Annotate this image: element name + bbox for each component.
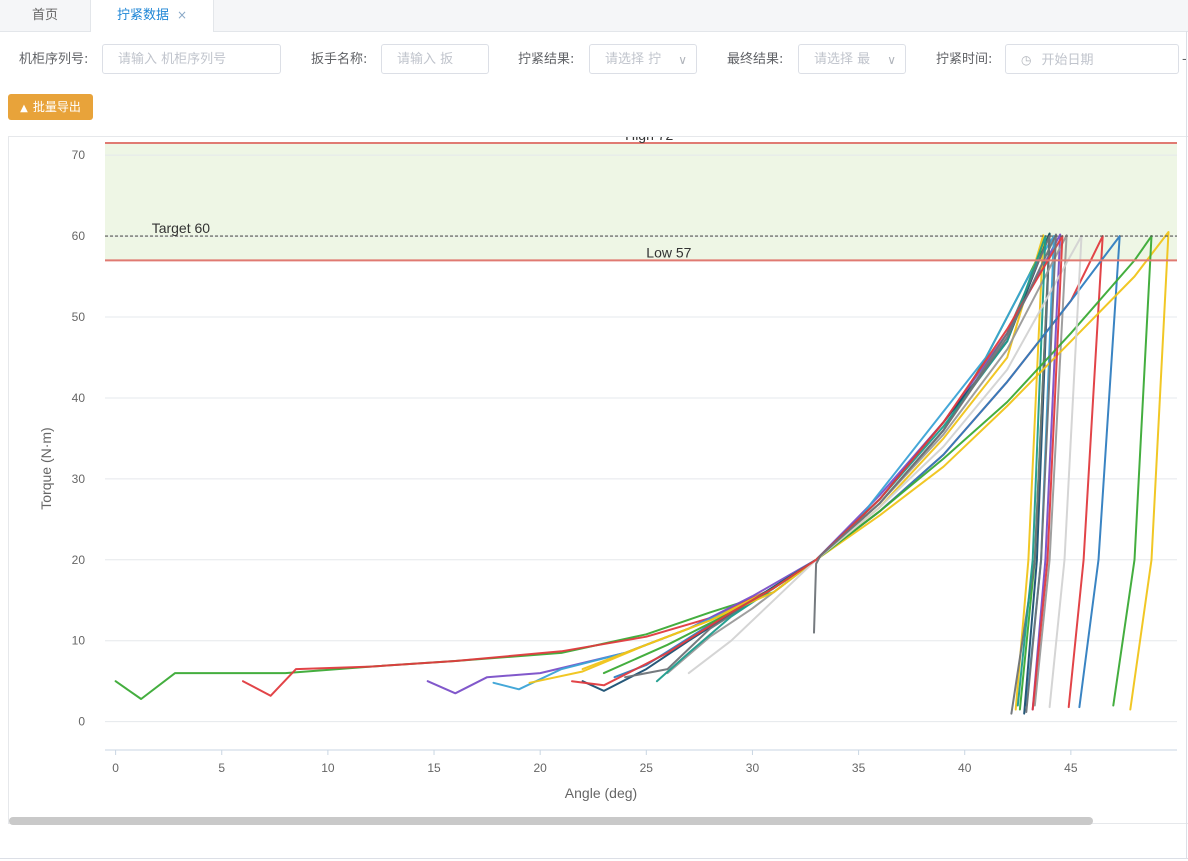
- tightening-result-select[interactable]: 请选择 拧 ∨: [589, 44, 697, 74]
- series-line-14: [571, 235, 1064, 711]
- start-date-placeholder: 开始日期: [1041, 53, 1094, 68]
- y-tick-label: 70: [72, 148, 86, 162]
- tightening-result-label: 拧紧结果:: [518, 52, 575, 67]
- chevron-down-icon: ∨: [678, 53, 687, 67]
- reference-line-label: Low 57: [646, 244, 691, 260]
- y-tick-label: 60: [72, 229, 86, 243]
- x-tick-label: 15: [427, 761, 441, 775]
- x-tick-label: 10: [321, 761, 335, 775]
- series-line-11: [581, 231, 1170, 711]
- series-line-4: [492, 235, 1055, 707]
- right-border: [1186, 31, 1187, 858]
- y-tick-label: 50: [72, 310, 86, 324]
- x-tick-label: 35: [852, 761, 866, 775]
- wrench-name-input[interactable]: 请输入 扳: [381, 44, 489, 74]
- x-tick-label: 5: [218, 761, 225, 775]
- close-icon[interactable]: ×: [177, 8, 187, 22]
- wrench-name-placeholder: 请输入 扳: [397, 52, 454, 67]
- y-tick-label: 20: [72, 553, 86, 567]
- clock-icon: ◷: [1021, 53, 1032, 67]
- tolerance-band: [105, 143, 1177, 261]
- reference-line-label: Target 60: [152, 220, 211, 236]
- filter-bar: 机柜序列号: 请输入 机柜序列号 扳手名称: 请输入 扳 拧紧结果: 请选择 拧…: [0, 44, 1188, 76]
- torque-angle-chart: 0 10 20 30 40 50 60 70 0 5 10 15 20 25 30 35 40 45 Angle (…: [38, 137, 1177, 801]
- chart-panel: 0 10 20 30 40 50 60 70 0 5 10 15 20 25 30 35 40 45 Angle (…: [8, 136, 1188, 824]
- x-tick-label: 40: [958, 761, 972, 775]
- batch-export-label: 批量导出: [32, 100, 81, 114]
- final-result-placeholder: 请选择 最: [814, 52, 871, 67]
- tightening-time-label: 拧紧时间:: [936, 52, 993, 67]
- cabinet-serial-placeholder: 请输入 机柜序列号: [118, 52, 227, 67]
- final-result-label: 最终结果:: [727, 52, 784, 67]
- tab-home[interactable]: 首页: [0, 0, 90, 31]
- series-line-5: [528, 234, 1045, 711]
- x-tick-label: 25: [640, 761, 654, 775]
- y-tick-label: 30: [72, 472, 86, 486]
- x-tick-label: 45: [1064, 761, 1078, 775]
- horizontal-scrollbar[interactable]: [9, 817, 1093, 825]
- tab-tightening-data-label: 拧紧数据: [116, 8, 169, 23]
- series-line-3: [426, 233, 1062, 711]
- y-tick-label: 40: [72, 391, 86, 405]
- final-result-select[interactable]: 请选择 最 ∨: [798, 44, 906, 74]
- chevron-down-icon: ∨: [887, 53, 896, 67]
- bottom-border: [0, 858, 1188, 859]
- y-tick-label: 0: [78, 715, 85, 729]
- user-icon: ▲: [20, 103, 28, 114]
- wrench-name-label: 扳手名称:: [311, 52, 368, 67]
- tab-bar: 首页 拧紧数据 ×: [0, 0, 1188, 32]
- start-date-input[interactable]: ◷ 开始日期: [1005, 44, 1179, 74]
- x-tick-label: 0: [112, 761, 119, 775]
- series-line-7: [624, 235, 1051, 715]
- x-tick-label: 20: [533, 761, 547, 775]
- y-tick-label: 10: [72, 634, 86, 648]
- cabinet-serial-input[interactable]: 请输入 机柜序列号: [102, 44, 281, 74]
- series-line-9: [655, 235, 1047, 707]
- series-line-8: [666, 234, 1068, 707]
- x-tick-label: 30: [746, 761, 760, 775]
- y-axis-title: Torque (N·m): [38, 427, 54, 509]
- reference-line-label: High 72: [625, 137, 673, 143]
- series-line-2: [242, 235, 1104, 709]
- tab-tightening-data[interactable]: 拧紧数据 ×: [90, 0, 214, 32]
- x-axis-title: Angle (deg): [565, 785, 637, 801]
- batch-export-button[interactable]: ▲ 批量导出: [8, 94, 93, 120]
- tightening-result-placeholder: 请选择 拧: [605, 52, 662, 67]
- cabinet-serial-label: 机柜序列号:: [19, 52, 89, 67]
